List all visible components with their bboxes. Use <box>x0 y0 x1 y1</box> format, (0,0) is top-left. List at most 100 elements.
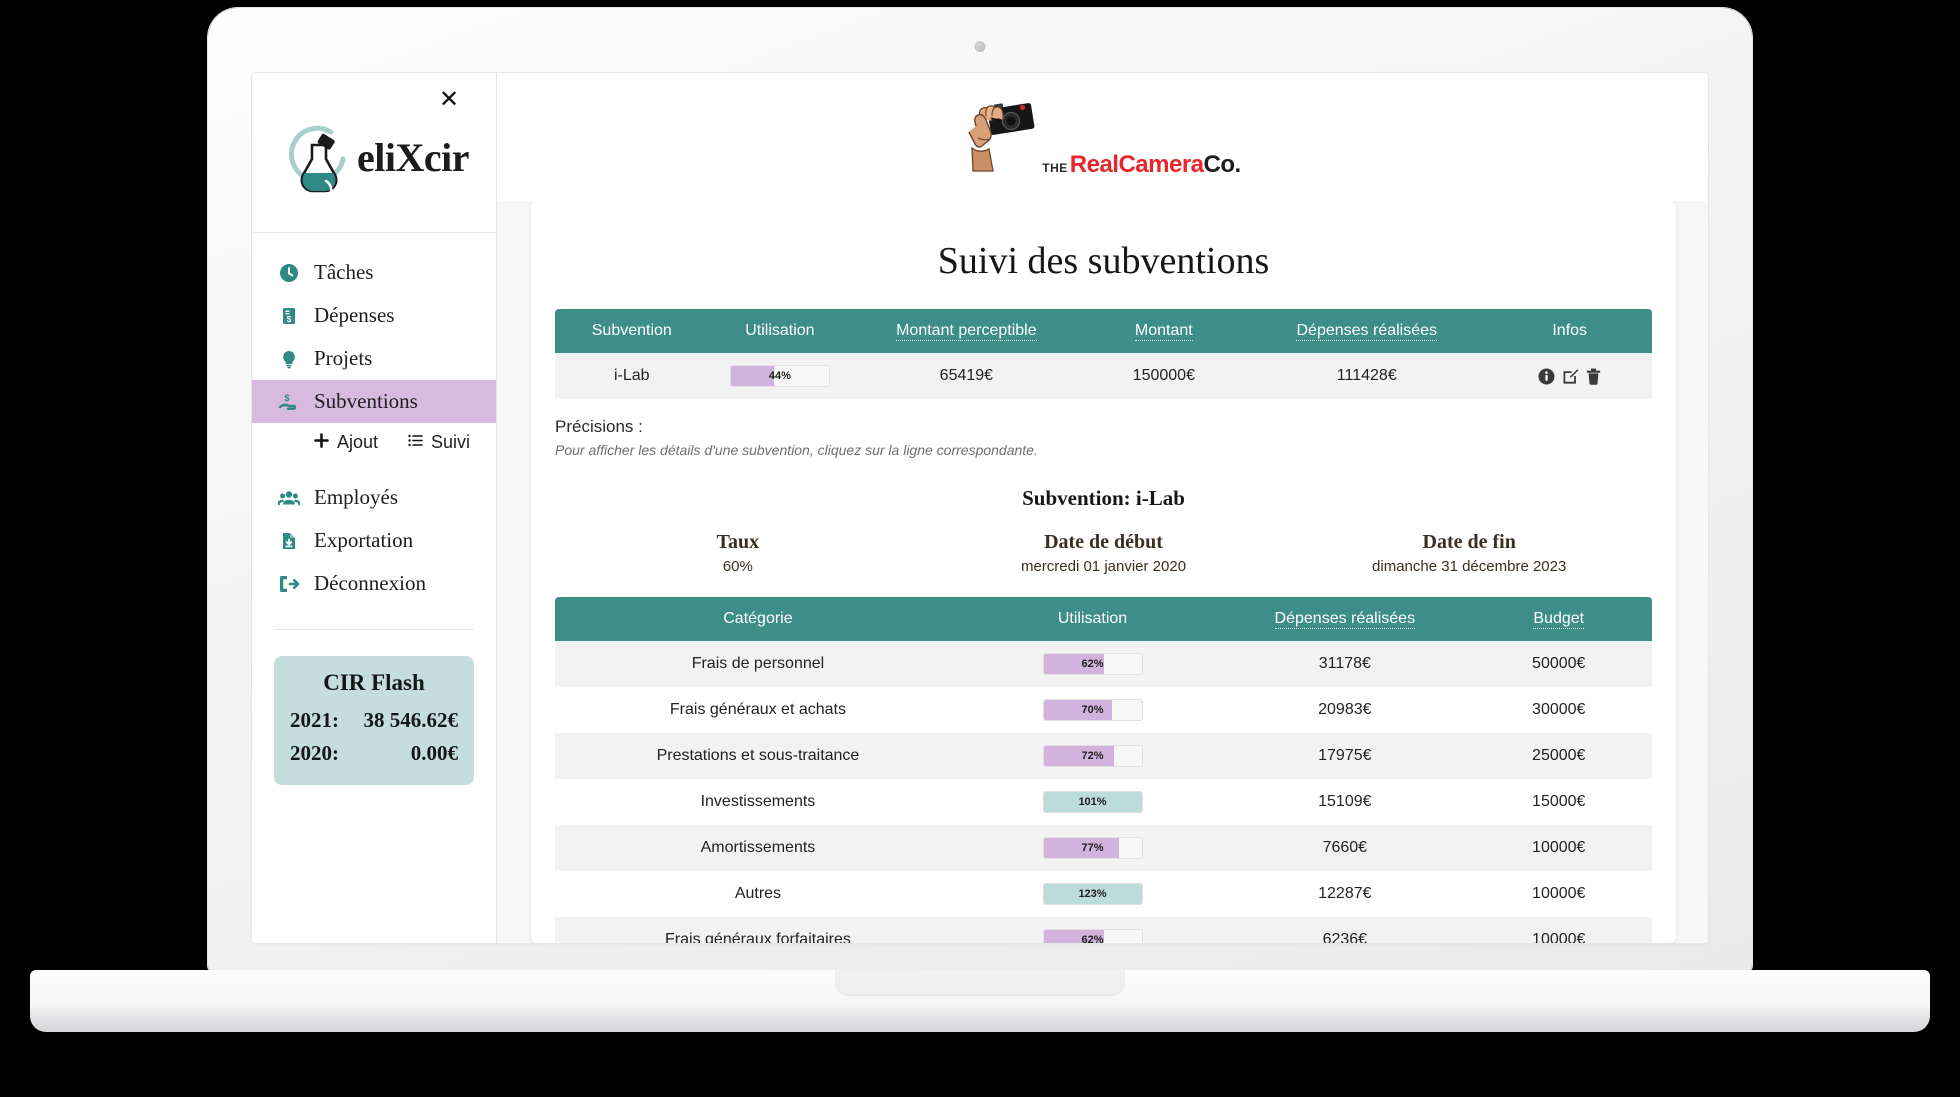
sidebar-subaction-suivi[interactable]: Suivi <box>408 432 470 453</box>
close-icon[interactable]: ✕ <box>436 87 462 113</box>
cell-utilisation: 101% <box>961 779 1224 825</box>
utilisation-bar-label: 62% <box>1044 654 1142 674</box>
meta-date-fin: Date de fin dimanche 31 décembre 2023 <box>1286 531 1652 575</box>
cir-year: 2020: <box>290 737 339 770</box>
col-infos[interactable]: Infos <box>1487 309 1652 353</box>
col-montant-perceptible[interactable]: Montant perceptible <box>851 309 1081 353</box>
sidebar-item-depenses[interactable]: $ Dépenses <box>252 294 496 337</box>
sidebar-item-label: Employés <box>314 485 398 510</box>
cell-depenses: 15109€ <box>1224 779 1465 825</box>
edit-icon[interactable] <box>1562 368 1579 385</box>
laptop-base-notch <box>835 970 1125 996</box>
cell-budget: 10000€ <box>1465 917 1652 943</box>
cell-depenses: 7660€ <box>1224 825 1465 871</box>
cell-budget: 15000€ <box>1465 779 1652 825</box>
subventions-subactions: Ajout Suivi <box>252 423 496 462</box>
col-utilisation[interactable]: Utilisation <box>961 597 1224 641</box>
sidebar: ✕ eliXcir <box>252 73 497 943</box>
meta-value: dimanche 31 décembre 2023 <box>1286 558 1652 575</box>
col-budget[interactable]: Budget <box>1465 597 1652 641</box>
categories-table-wrap: Catégorie Utilisation Dépenses réalisées… <box>555 597 1652 943</box>
cir-flash-card: CIR Flash 2021: 38 546.62€ 2020: 0.00€ <box>274 656 474 785</box>
cir-year: 2021: <box>290 704 339 737</box>
col-label: Dépenses réalisées <box>1296 322 1437 341</box>
page-title: Suivi des subventions <box>555 239 1652 283</box>
table-row[interactable]: i-Lab 44% 65419€ 150000 <box>555 353 1652 399</box>
cell-subvention: i-Lab <box>555 353 709 399</box>
sidebar-item-subventions[interactable]: $ Subventions <box>252 380 496 423</box>
cell-categorie: Prestations et sous-traitance <box>555 733 961 779</box>
col-utilisation[interactable]: Utilisation <box>709 309 852 353</box>
table-header-row: Subvention Utilisation Montant perceptib… <box>555 309 1652 353</box>
col-label: Utilisation <box>1058 610 1127 627</box>
info-icon[interactable] <box>1538 368 1555 385</box>
col-label: Catégorie <box>723 610 792 627</box>
logo-text-1: eli <box>357 135 395 180</box>
meta-value: 60% <box>555 558 921 575</box>
utilisation-bar: 70% <box>1043 699 1143 721</box>
utilisation-bar-label: 70% <box>1044 700 1142 720</box>
utilisation-bar-label: 62% <box>1044 930 1142 943</box>
col-subvention[interactable]: Subvention <box>555 309 709 353</box>
brand-co: Co. <box>1204 151 1241 179</box>
svg-text:$: $ <box>284 393 289 403</box>
laptop-lid: ✕ eliXcir <box>208 8 1752 973</box>
table-row[interactable]: Amortissements77%7660€10000€ <box>555 825 1652 871</box>
elixcir-logo: eliXcir <box>252 119 496 195</box>
cell-depenses: 17975€ <box>1224 733 1465 779</box>
meta-key: Date de début <box>921 531 1287 554</box>
table-header-row: Catégorie Utilisation Dépenses réalisées… <box>555 597 1652 641</box>
sidebar-subaction-label: Suivi <box>431 432 470 453</box>
sidebar-nav: Tâches $ Dépenses Projets <box>252 233 496 615</box>
table-row[interactable]: Frais généraux et achats70%20983€30000€ <box>555 687 1652 733</box>
application-root: ✕ eliXcir <box>252 73 1708 943</box>
utilisation-bar: 44% <box>730 365 830 387</box>
col-label: Utilisation <box>745 322 814 339</box>
sidebar-item-deconnexion[interactable]: Déconnexion <box>252 562 496 605</box>
cell-depenses: 20983€ <box>1224 687 1465 733</box>
cell-depenses: 111428€ <box>1246 353 1487 399</box>
cell-categorie: Investissements <box>555 779 961 825</box>
col-depenses-realisees[interactable]: Dépenses réalisées <box>1224 597 1465 641</box>
table-row[interactable]: Autres123%12287€10000€ <box>555 871 1652 917</box>
cell-budget: 50000€ <box>1465 641 1652 687</box>
cir-amount: 38 546.62€ <box>364 704 459 737</box>
table-row[interactable]: Investissements 101% 15109€15000€ <box>555 779 1652 825</box>
sidebar-item-taches[interactable]: Tâches <box>252 251 496 294</box>
sidebar-subaction-label: Ajout <box>337 432 378 453</box>
cir-amount: 0.00€ <box>411 737 458 770</box>
utilisation-bar: 101% <box>1043 791 1143 813</box>
sidebar-item-label: Exportation <box>314 528 413 553</box>
brand-realcamera: RealCamera <box>1070 151 1204 179</box>
col-label: Budget <box>1533 610 1584 629</box>
logo-text-x: X <box>395 135 423 180</box>
webcam-dot-icon <box>975 41 986 52</box>
hand-money-icon: $ <box>278 392 300 412</box>
content-panel: Suivi des subventions Subvention <box>531 201 1676 943</box>
col-categorie[interactable]: Catégorie <box>555 597 961 641</box>
utilisation-bar-label: 101% <box>1044 792 1142 812</box>
table-row[interactable]: Frais de personnel62%31178€50000€ <box>555 641 1652 687</box>
sidebar-subaction-ajout[interactable]: Ajout <box>314 432 378 453</box>
col-label: Montant perceptible <box>896 322 1037 341</box>
categories-table-body: Frais de personnel62%31178€50000€Frais g… <box>555 641 1652 943</box>
col-depenses-realisees[interactable]: Dépenses réalisées <box>1246 309 1487 353</box>
trash-icon[interactable] <box>1586 368 1601 385</box>
table-row[interactable]: Prestations et sous-traitance72%17975€25… <box>555 733 1652 779</box>
cir-flash-row: 2020: 0.00€ <box>290 737 458 770</box>
cell-depenses: 6236€ <box>1224 917 1465 943</box>
table-row[interactable]: Frais généraux forfaitaires62%6236€10000… <box>555 917 1652 943</box>
meta-key: Taux <box>555 531 921 554</box>
cell-utilisation: 123% <box>961 871 1224 917</box>
cell-utilisation: 62% <box>961 917 1224 943</box>
sidebar-item-projets[interactable]: Projets <box>252 337 496 380</box>
utilisation-bar-label: 72% <box>1044 746 1142 766</box>
top-header: THERealCameraCo. <box>497 73 1708 201</box>
sidebar-item-employes[interactable]: Employés <box>252 476 496 519</box>
plus-icon <box>314 433 329 452</box>
cell-categorie: Autres <box>555 871 961 917</box>
utilisation-bar: 62% <box>1043 653 1143 675</box>
sidebar-item-exportation[interactable]: Exportation <box>252 519 496 562</box>
col-montant[interactable]: Montant <box>1082 309 1247 353</box>
cir-flash-title: CIR Flash <box>290 670 458 696</box>
